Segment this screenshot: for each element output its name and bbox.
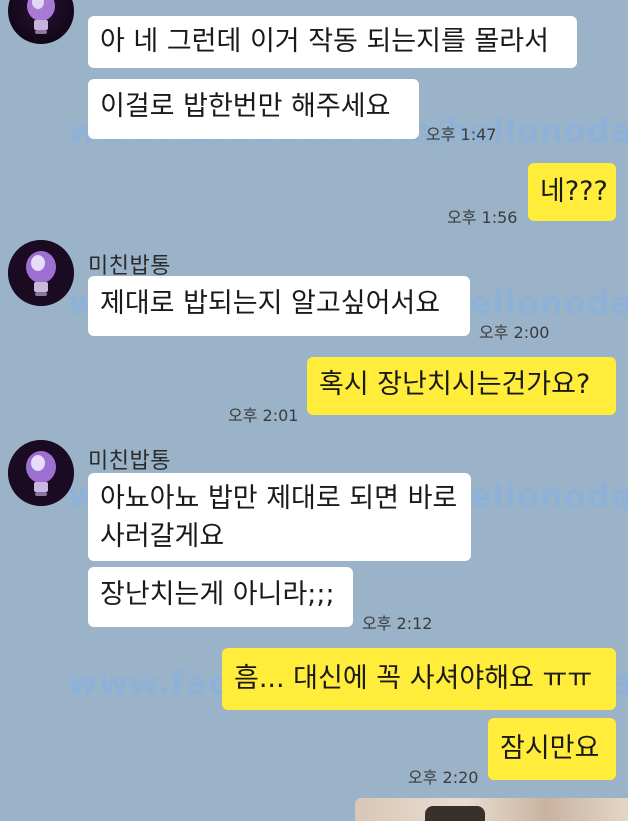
message-time: 오후 2:20	[408, 768, 479, 787]
message-time: 오후 1:56	[447, 208, 518, 227]
chat-room: www.facebook.com/hellonodap www.facebook…	[0, 0, 628, 821]
light-bulb-avatar-icon	[8, 440, 74, 506]
message-text: 장난치는게 아니라;;;	[100, 579, 335, 610]
message-text: 네???	[540, 176, 608, 207]
message-text: 아뇨아뇨 밥만 제대로 되면 바로	[100, 483, 458, 514]
message-bubble-outgoing[interactable]: 잠시만요	[488, 718, 616, 780]
light-bulb-avatar-icon	[27, 0, 55, 34]
message-bubble-incoming[interactable]: 아 네 그런데 이거 작동 되는지를 몰라서	[88, 16, 577, 68]
message-bubble-incoming[interactable]: 이걸로 밥한번만 해주세요	[88, 79, 419, 139]
message-bubble-incoming[interactable]: 제대로 밥되는지 알고싶어서요	[88, 276, 470, 336]
sender-name: 미친밥통	[88, 449, 171, 474]
light-bulb-avatar-icon	[8, 240, 74, 306]
message-text: 잠시만요	[500, 733, 600, 764]
message-text: 사러갈게요	[100, 521, 225, 552]
message-time: 오후 1:47	[426, 125, 497, 144]
message-bubble-outgoing[interactable]: 혹시 장난치시는건가요?	[307, 357, 616, 415]
message-text: 아 네 그런데 이거 작동 되는지를 몰라서	[100, 26, 549, 57]
message-text: 흠... 대신에 꼭 사셔야해요 ㅠㅠ	[234, 663, 593, 694]
message-text: 제대로 밥되는지 알고싶어서요	[100, 288, 441, 319]
shared-photo[interactable]	[355, 798, 628, 821]
sender-avatar[interactable]	[8, 240, 74, 306]
sender-avatar[interactable]	[8, 440, 74, 506]
message-text: 이걸로 밥한번만 해주세요	[100, 91, 391, 122]
message-text: 혹시 장난치시는건가요?	[319, 369, 591, 400]
sender-avatar[interactable]	[8, 0, 74, 44]
photo-content	[425, 806, 485, 821]
message-bubble-outgoing[interactable]: 네???	[528, 163, 616, 221]
message-bubble-outgoing[interactable]: 흠... 대신에 꼭 사셔야해요 ㅠㅠ	[222, 648, 616, 710]
message-bubble-incoming[interactable]: 장난치는게 아니라;;;	[88, 567, 353, 627]
message-bubble-incoming[interactable]: 아뇨아뇨 밥만 제대로 되면 바로 사러갈게요	[88, 473, 471, 561]
message-time: 오후 2:12	[362, 614, 433, 633]
message-time: 오후 2:00	[479, 323, 550, 342]
message-time: 오후 2:01	[228, 406, 299, 425]
